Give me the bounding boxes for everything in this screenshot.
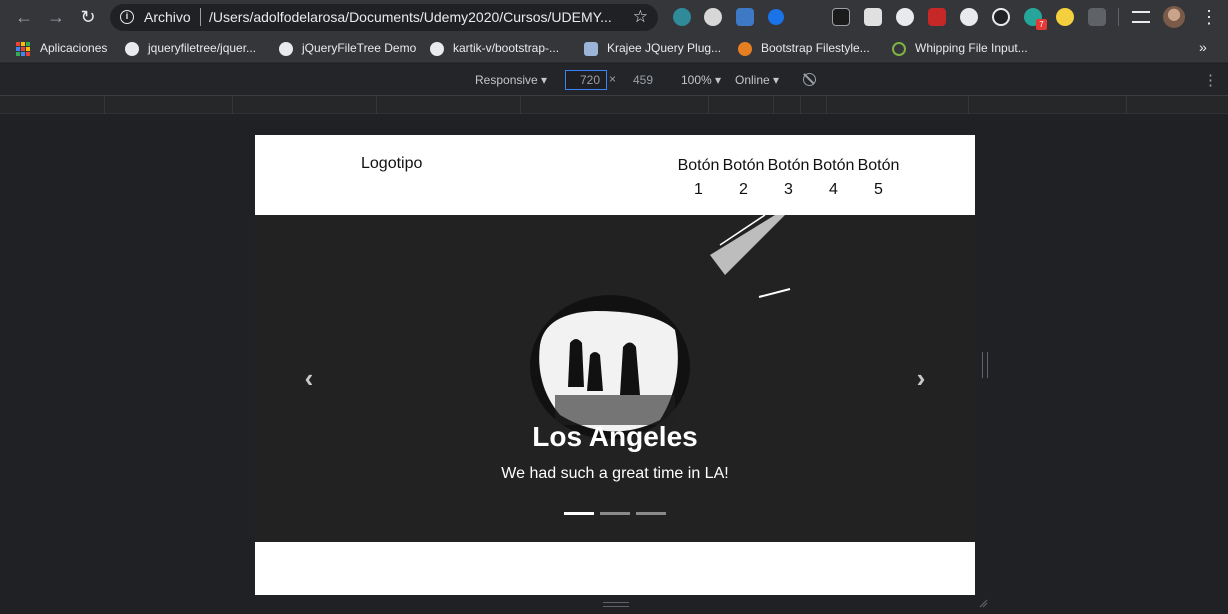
bookmark-kartik[interactable]: kartik-v/bootstrap-... (453, 41, 559, 55)
omnibox-separator (200, 8, 201, 26)
nav-button-number: 5 (874, 181, 883, 198)
extension-target-icon[interactable] (992, 8, 1010, 26)
emulated-page: Logotipo Botón 1 Botón 2 Botón 3 Botón 4 Bot… (255, 135, 975, 595)
extension-circle-icon[interactable] (896, 8, 914, 26)
browser-menu-icon[interactable]: ⋮ (1200, 5, 1218, 29)
orange-logo-icon (738, 42, 752, 56)
reload-icon[interactable]: ↻ (76, 5, 100, 29)
responsive-dropdown[interactable]: Responsive ▾ (475, 73, 547, 87)
toolbar-divider (1118, 8, 1119, 26)
extension-c-icon[interactable] (960, 8, 978, 26)
bookmark-whipping[interactable]: Whipping File Input... (915, 41, 1028, 55)
nav-button-word: Botón (812, 157, 855, 174)
bookmark-bootstrap-filestyle[interactable]: Bootstrap Filestyle... (761, 41, 870, 55)
more-bookmarks-icon[interactable]: » (1199, 39, 1207, 55)
device-toolbar: Responsive ▾ 720 × 459 100% ▾ Online ▾ ⋮ (0, 64, 1228, 96)
logo-text[interactable]: Logotipo (361, 155, 422, 173)
page-footer-area (255, 542, 975, 594)
nav-buttons: Botón 1 Botón 2 Botón 3 Botón 4 Botón 5 (676, 154, 901, 202)
bookmark-aplicaciones[interactable]: Aplicaciones (40, 41, 107, 55)
extension-search-icon[interactable] (704, 8, 722, 26)
carousel-indicator-3[interactable] (636, 512, 666, 515)
extension-wave-icon[interactable] (673, 8, 691, 26)
bookmark-jqueryfiletree-demo[interactable]: jQueryFileTree Demo (302, 41, 416, 55)
nav-button-number: 3 (784, 181, 793, 198)
avatar[interactable] (1163, 6, 1185, 28)
leaf-icon (892, 42, 906, 56)
bookmark-star-icon[interactable]: ☆ (633, 7, 648, 27)
info-icon[interactable]: i (120, 10, 134, 24)
viewport-resize-handle-bottom[interactable] (603, 602, 629, 607)
carousel-indicators (564, 512, 666, 515)
viewport-width-input[interactable]: 720 (565, 70, 607, 90)
media-queue-icon[interactable] (1132, 11, 1150, 23)
nav-button-number: 1 (694, 181, 703, 198)
bookmark-krajee[interactable]: Krajee JQuery Plug... (607, 41, 721, 55)
nav-button-2[interactable]: Botón 2 (721, 154, 766, 202)
browser-toolbar: ← → ↻ i Archivo /Users/adolfodelarosa/Do… (0, 0, 1228, 34)
site-scheme-label: Archivo (144, 9, 191, 25)
network-throttle-dropdown[interactable]: Online ▾ (735, 73, 779, 87)
carousel-caption-subtitle: We had such a great time in LA! (501, 465, 729, 482)
nav-button-word: Botón (767, 157, 810, 174)
nav-button-1[interactable]: Botón 1 (676, 154, 721, 202)
apps-grid-icon (16, 42, 30, 56)
nav-button-word: Botón (677, 157, 720, 174)
site-header: Logotipo Botón 1 Botón 2 Botón 3 Botón 4 Bot… (255, 135, 975, 215)
image-carousel: ‹ › Los Angeles We had such a great time… (255, 215, 975, 542)
back-arrow-icon[interactable]: ← (12, 5, 36, 29)
nav-button-4[interactable]: Botón 4 (811, 154, 856, 202)
nav-button-number: 4 (829, 181, 838, 198)
extension-yellow-icon[interactable] (1056, 8, 1074, 26)
globe-icon (279, 42, 293, 56)
extension-terminal-icon[interactable] (832, 8, 850, 26)
nav-button-5[interactable]: Botón 5 (856, 154, 901, 202)
krajee-icon (584, 42, 598, 56)
github-icon (430, 42, 444, 56)
extension-off-icon[interactable] (928, 8, 946, 26)
viewport-height-input[interactable]: 459 (633, 73, 653, 87)
device-menu-icon[interactable]: ⋮ (1203, 71, 1218, 89)
url-text[interactable]: /Users/adolfodelarosa/Documents/Udemy202… (209, 9, 619, 25)
nav-button-word: Botón (722, 157, 765, 174)
extension-code-icon[interactable] (1088, 8, 1106, 26)
carousel-prev-icon[interactable]: ‹ (299, 363, 319, 394)
carousel-indicator-1[interactable] (564, 512, 594, 515)
zoom-dropdown[interactable]: 100% ▾ (681, 73, 721, 87)
nav-button-word: Botón (857, 157, 900, 174)
carousel-next-icon[interactable]: › (911, 363, 931, 394)
github-icon (125, 42, 139, 56)
extension-page-icon[interactable] (864, 8, 882, 26)
viewport-resize-corner-icon[interactable] (978, 598, 988, 608)
rotate-icon[interactable] (803, 73, 816, 86)
carousel-slide-image (530, 215, 791, 439)
extension-check-icon[interactable] (768, 9, 784, 25)
nav-button-3[interactable]: Botón 3 (766, 154, 811, 202)
extension-s-icon[interactable] (736, 8, 754, 26)
address-bar[interactable]: i Archivo /Users/adolfodelarosa/Document… (110, 4, 658, 31)
nav-button-number: 2 (739, 181, 748, 198)
bookmark-jqueryfiletree[interactable]: jqueryfiletree/jquer... (148, 41, 256, 55)
viewport-resize-handle-right[interactable] (982, 352, 988, 378)
forward-arrow-icon[interactable]: → (44, 5, 68, 29)
bookmarks-bar: Aplicaciones jqueryfiletree/jquer... jQu… (0, 34, 1228, 63)
carousel-indicator-2[interactable] (600, 512, 630, 515)
carousel-caption-title: Los Angeles (532, 421, 698, 452)
dimension-separator: × (609, 72, 617, 86)
extension-badge: 7 (1036, 19, 1047, 30)
media-query-ruler[interactable] (0, 96, 1228, 114)
